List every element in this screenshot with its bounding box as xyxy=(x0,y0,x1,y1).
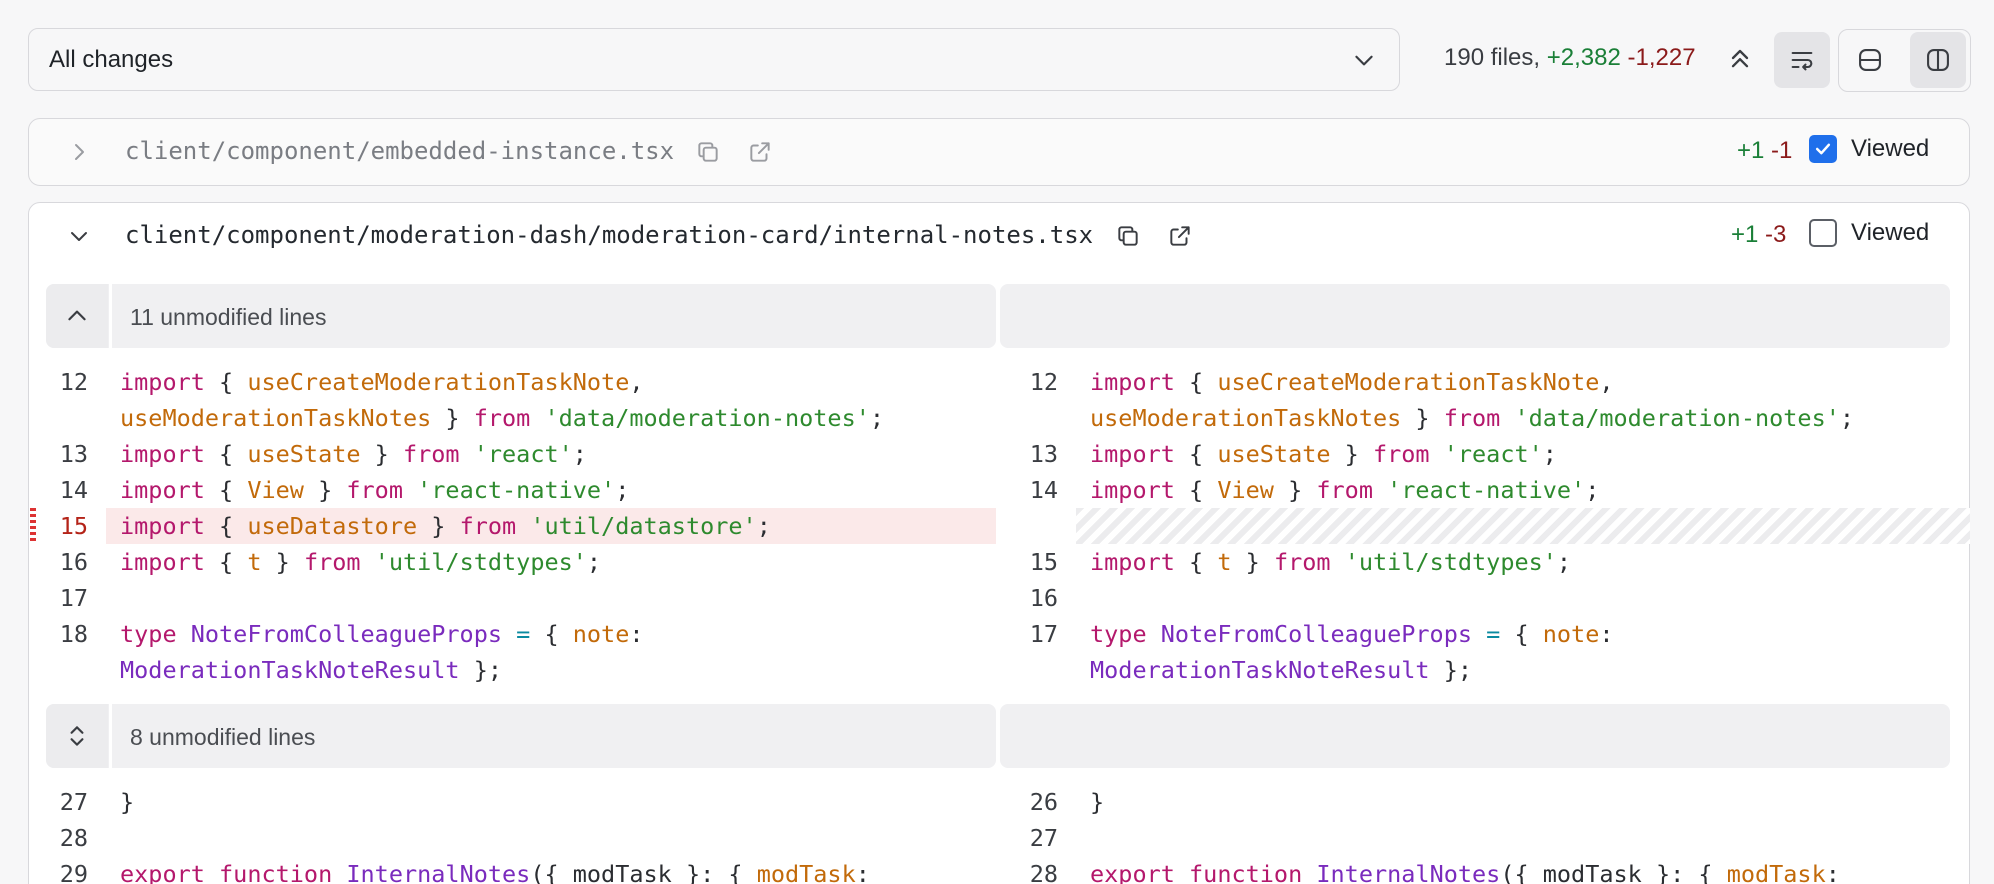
hunk-label[interactable]: 8 unmodified lines xyxy=(130,724,315,751)
line-number: 13 xyxy=(1029,440,1058,468)
line-number: 27 xyxy=(1029,824,1058,852)
expand-both-button[interactable] xyxy=(46,704,108,768)
line-number: 13 xyxy=(59,440,88,468)
line-number: 26 xyxy=(1029,788,1058,816)
file-path: client/component/moderation-dash/moderat… xyxy=(125,221,1094,249)
viewed-label: Viewed xyxy=(1851,135,1930,162)
deleted-line-marker xyxy=(30,508,36,544)
line-number: 14 xyxy=(1029,476,1058,504)
total-additions: +2,382 xyxy=(1546,44,1621,71)
line-number: 17 xyxy=(59,584,88,612)
file-path: client/component/embedded-instance.tsx xyxy=(125,137,675,165)
split-view-icon xyxy=(1927,49,1949,71)
file-additions: +1 xyxy=(1737,137,1765,164)
file-stats: +1 -1 xyxy=(1737,137,1792,165)
viewed-label: Viewed xyxy=(1851,219,1930,246)
hunk-separator-right xyxy=(1000,284,1950,348)
viewed-checkbox[interactable] xyxy=(1809,219,1837,247)
line-number: 14 xyxy=(59,476,88,504)
changes-filter-select[interactable]: All changes xyxy=(28,28,1400,91)
line-number: 28 xyxy=(1029,860,1058,884)
line-number: 12 xyxy=(1029,368,1058,396)
hunk-divider xyxy=(109,704,112,768)
changes-filter-value: All changes xyxy=(49,45,174,73)
word-wrap-icon xyxy=(1791,51,1813,71)
files-count: 190 files, xyxy=(1444,44,1541,71)
line-number: 28 xyxy=(59,824,88,852)
line-number: 27 xyxy=(59,788,88,816)
file-diff-collapsed: client/component/embedded-instance.tsx +… xyxy=(28,118,1970,186)
copy-icon[interactable] xyxy=(695,139,721,165)
word-wrap-button[interactable] xyxy=(1774,32,1830,88)
chevron-up-down-icon xyxy=(70,726,84,746)
line-number: 29 xyxy=(59,860,88,884)
open-external-icon[interactable] xyxy=(747,139,773,165)
code-right-block-1: import { useCreateModerationTaskNote, us… xyxy=(1090,368,1855,684)
hunk-divider xyxy=(109,284,112,348)
line-number: 15 xyxy=(1029,548,1058,576)
checkmark-icon xyxy=(1815,143,1831,155)
file-header[interactable]: client/component/embedded-instance.tsx +… xyxy=(29,119,1969,185)
line-number-deleted: 15 xyxy=(59,512,88,540)
expand-up-button[interactable] xyxy=(46,284,108,348)
chevron-up-icon xyxy=(68,310,86,321)
unified-view-button[interactable] xyxy=(1842,32,1898,88)
chevron-down-icon xyxy=(1355,55,1373,66)
diff-stats: 190 files, +2,382 -1,227 xyxy=(1444,44,1696,72)
copy-icon[interactable] xyxy=(1115,223,1141,249)
line-number: 12 xyxy=(59,368,88,396)
code-right-block-2: } export function InternalNotes({ modTas… xyxy=(1090,788,1840,884)
diff-toolbar: All changes 190 files, +2,382 -1,227 xyxy=(0,0,1994,112)
line-number: 16 xyxy=(59,548,88,576)
chevron-down-icon[interactable] xyxy=(67,224,91,248)
open-external-icon[interactable] xyxy=(1167,223,1193,249)
file-deletions: -1 xyxy=(1771,137,1793,164)
split-view-button[interactable] xyxy=(1910,32,1966,88)
hunk-label[interactable]: 11 unmodified lines xyxy=(130,304,326,331)
total-deletions: -1,227 xyxy=(1627,44,1696,71)
viewed-toggle[interactable]: Viewed xyxy=(1809,219,1929,247)
code-left-block-1: import { useCreateModerationTaskNote, us… xyxy=(120,368,885,684)
viewed-toggle[interactable]: Viewed xyxy=(1809,135,1929,163)
chevron-right-icon[interactable] xyxy=(67,140,91,164)
line-number: 16 xyxy=(1029,584,1058,612)
unified-view-icon xyxy=(1859,49,1881,71)
file-stats: +1 -3 xyxy=(1731,221,1786,249)
line-number: 18 xyxy=(59,620,88,648)
code-left-block-2: } export function InternalNotes({ modTas… xyxy=(120,788,870,884)
hunk-separator-right xyxy=(1000,704,1950,768)
collapse-all-icon[interactable] xyxy=(1726,44,1754,72)
file-header[interactable]: client/component/moderation-dash/moderat… xyxy=(29,203,1969,269)
line-number: 17 xyxy=(1029,620,1058,648)
viewed-checkbox[interactable] xyxy=(1809,135,1837,163)
file-additions: +1 xyxy=(1731,221,1759,248)
file-deletions: -3 xyxy=(1765,221,1787,248)
